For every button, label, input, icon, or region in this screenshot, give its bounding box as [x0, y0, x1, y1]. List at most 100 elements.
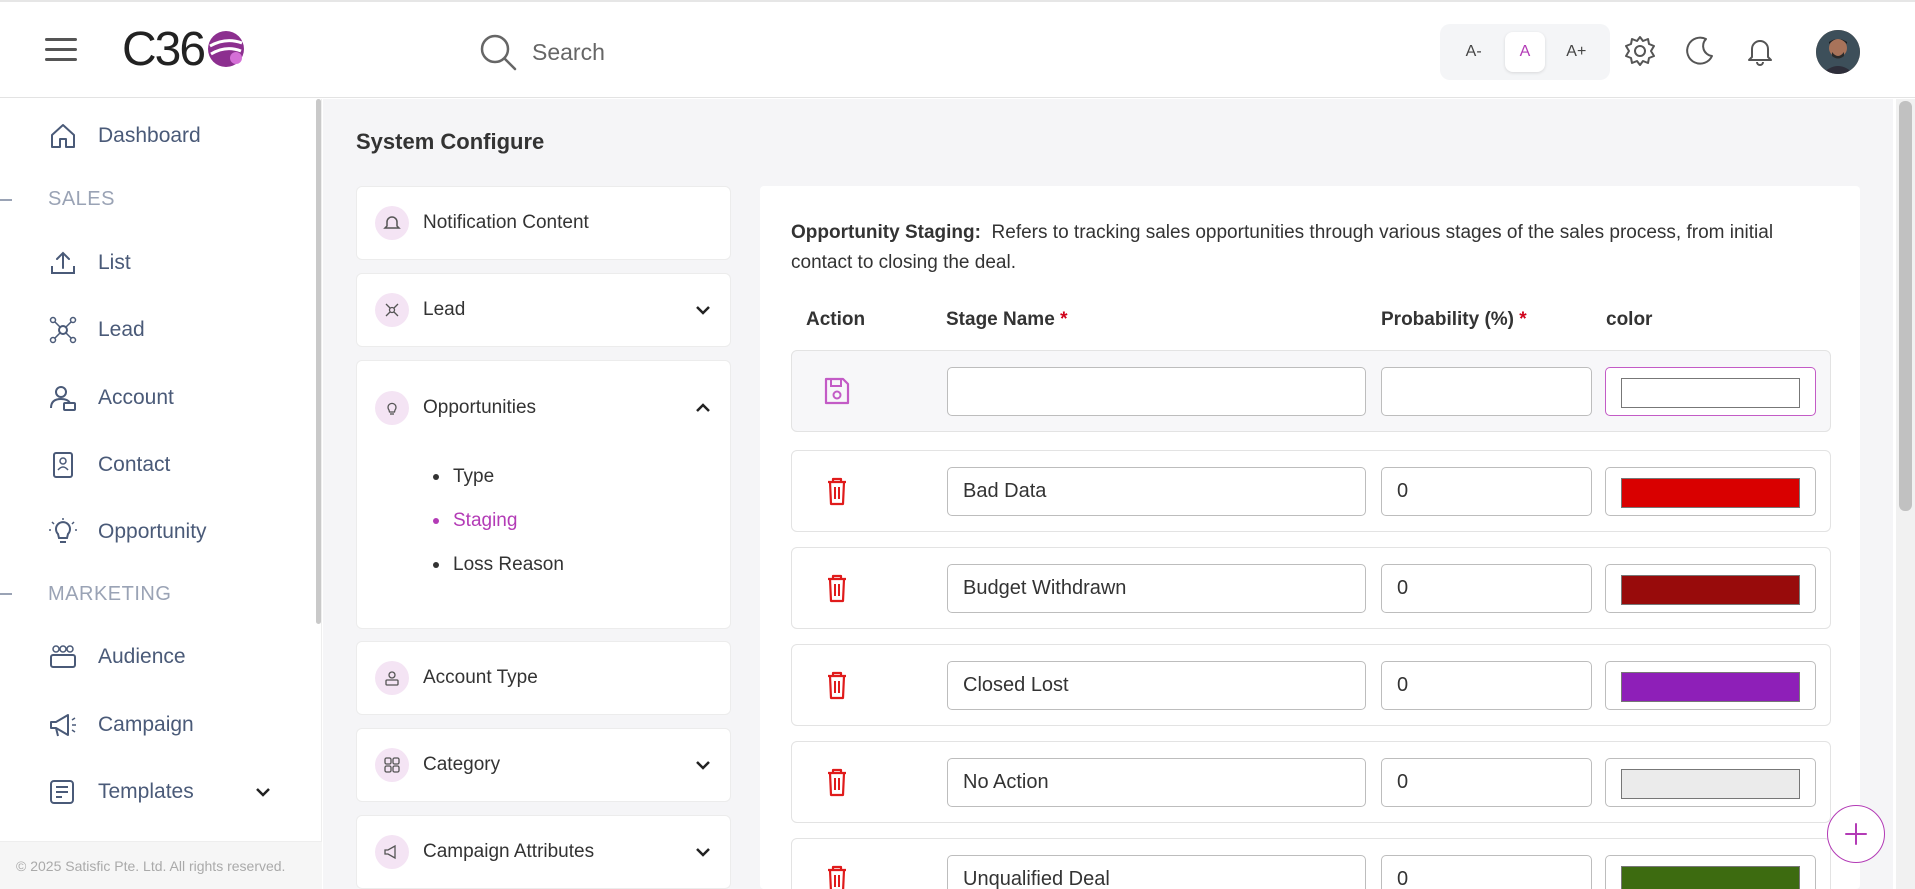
color-swatch: [1621, 672, 1800, 702]
bell-icon: [383, 216, 401, 229]
chevron-down-icon[interactable]: [694, 843, 712, 861]
config-opportunities[interactable]: Opportunities Type Staging Loss Reason: [356, 360, 731, 629]
section-divider: [0, 593, 12, 595]
color-picker[interactable]: [1605, 367, 1816, 416]
sidebar-item-label: Lead: [98, 318, 145, 341]
trash-icon[interactable]: [822, 862, 852, 889]
sidebar-item-list[interactable]: List: [48, 248, 131, 278]
config-notification-content[interactable]: Notification Content: [356, 186, 731, 260]
chevron-up-icon[interactable]: [694, 399, 712, 417]
sidebar-item-dashboard[interactable]: Dashboard: [48, 121, 201, 151]
color-swatch: [1621, 769, 1800, 799]
plus-icon: [1845, 823, 1867, 845]
probability-input[interactable]: 0: [1381, 855, 1592, 889]
search-icon: [480, 34, 517, 71]
megaphone-icon: [50, 714, 76, 737]
trash-icon[interactable]: [822, 474, 852, 508]
stage-row: Unqualified Deal 0: [791, 838, 1831, 889]
config-campaign-attributes[interactable]: Campaign Attributes: [356, 815, 731, 889]
bell-icon[interactable]: [1744, 35, 1776, 67]
save-icon[interactable]: [822, 374, 852, 408]
color-picker[interactable]: [1605, 855, 1816, 889]
submenu-loss-reason[interactable]: Loss Reason: [433, 543, 730, 587]
panel-description: Opportunity Staging: Refers to tracking …: [791, 218, 1831, 278]
submenu-label: Staging: [453, 510, 518, 531]
config-label: Lead: [423, 299, 466, 320]
font-decrease-button[interactable]: A-: [1454, 32, 1494, 72]
stage-row: No Action 0: [791, 741, 1831, 823]
config-label: Opportunities: [423, 397, 537, 418]
page-title: System Configure: [356, 129, 545, 154]
sidebar-item-opportunity[interactable]: Opportunity: [48, 517, 207, 547]
stage-name-input[interactable]: [947, 367, 1366, 416]
stage-name-input[interactable]: Unqualified Deal: [947, 855, 1366, 889]
menu-icon[interactable]: [45, 38, 77, 62]
trash-icon[interactable]: [822, 765, 852, 799]
color-picker[interactable]: [1605, 564, 1816, 613]
color-picker[interactable]: [1605, 467, 1816, 516]
opportunities-submenu: Type Staging Loss Reason: [357, 455, 730, 587]
stage-name-input[interactable]: Budget Withdrawn: [947, 564, 1366, 613]
font-increase-button[interactable]: A+: [1556, 32, 1596, 72]
sidebar-item-account[interactable]: Account: [48, 383, 174, 413]
sidebar-item-lead[interactable]: Lead: [48, 315, 145, 345]
section-sales: SALES: [48, 188, 115, 210]
config-account-type[interactable]: Account Type: [356, 641, 731, 715]
lightbulb-icon: [387, 402, 397, 415]
network-icon: [385, 303, 399, 317]
submenu-label: Loss Reason: [453, 554, 564, 575]
probability-input[interactable]: [1381, 367, 1592, 416]
upload-icon: [51, 251, 75, 274]
lightbulb-icon: [49, 518, 77, 543]
color-picker[interactable]: [1605, 758, 1816, 807]
sidebar-item-contact[interactable]: Contact: [48, 450, 170, 480]
moon-icon[interactable]: [1684, 35, 1716, 67]
search-input[interactable]: Search: [532, 39, 605, 66]
probability-input[interactable]: 0: [1381, 564, 1592, 613]
color-picker[interactable]: [1605, 661, 1816, 710]
contact-card-icon: [53, 452, 73, 478]
stage-name-input[interactable]: Closed Lost: [947, 661, 1366, 710]
config-lead[interactable]: Lead: [356, 273, 731, 347]
column-header-action: Action: [806, 309, 866, 330]
sidebar-item-campaign[interactable]: Campaign: [48, 710, 194, 740]
sidebar-item-label: Opportunity: [98, 520, 207, 543]
home-icon: [51, 124, 75, 148]
trash-icon[interactable]: [822, 668, 852, 702]
stage-row: Budget Withdrawn 0: [791, 547, 1831, 629]
network-icon: [49, 316, 77, 344]
search-bar[interactable]: Search: [478, 32, 605, 72]
column-header-stage-name: Stage Name *: [946, 309, 1067, 331]
avatar[interactable]: [1816, 30, 1860, 74]
chevron-down-icon[interactable]: [694, 756, 712, 774]
config-label: Notification Content: [423, 212, 589, 233]
probability-input[interactable]: 0: [1381, 758, 1592, 807]
probability-input[interactable]: 0: [1381, 661, 1592, 710]
submenu-staging[interactable]: Staging: [433, 499, 730, 543]
chevron-down-icon[interactable]: [694, 301, 712, 319]
template-icon: [50, 780, 74, 804]
probability-input[interactable]: 0: [1381, 467, 1592, 516]
submenu-type[interactable]: Type: [433, 455, 730, 499]
page-scrollbar[interactable]: [1896, 99, 1915, 889]
logo[interactable]: C36: [122, 23, 246, 76]
sidebar-scrollbar[interactable]: [316, 99, 321, 624]
sidebar-item-templates[interactable]: Templates: [48, 777, 272, 807]
sidebar-item-label: Dashboard: [98, 124, 201, 147]
section-divider: [0, 199, 12, 201]
gear-icon[interactable]: [1624, 35, 1656, 67]
required-mark: *: [1519, 309, 1527, 330]
trash-icon[interactable]: [822, 571, 852, 605]
sidebar-item-audience[interactable]: Audience: [48, 642, 186, 672]
stage-name-input[interactable]: No Action: [947, 758, 1366, 807]
font-normal-button[interactable]: A: [1504, 32, 1545, 72]
scrollbar-thumb[interactable]: [1899, 101, 1912, 511]
stage-row: Bad Data 0: [791, 450, 1831, 532]
color-swatch: [1621, 575, 1800, 605]
color-swatch: [1621, 866, 1800, 889]
chevron-down-icon[interactable]: [254, 783, 272, 801]
config-category[interactable]: Category: [356, 728, 731, 802]
stage-name-input[interactable]: Bad Data: [947, 467, 1366, 516]
logo-globe-icon: [208, 31, 245, 67]
add-button[interactable]: [1827, 805, 1885, 863]
